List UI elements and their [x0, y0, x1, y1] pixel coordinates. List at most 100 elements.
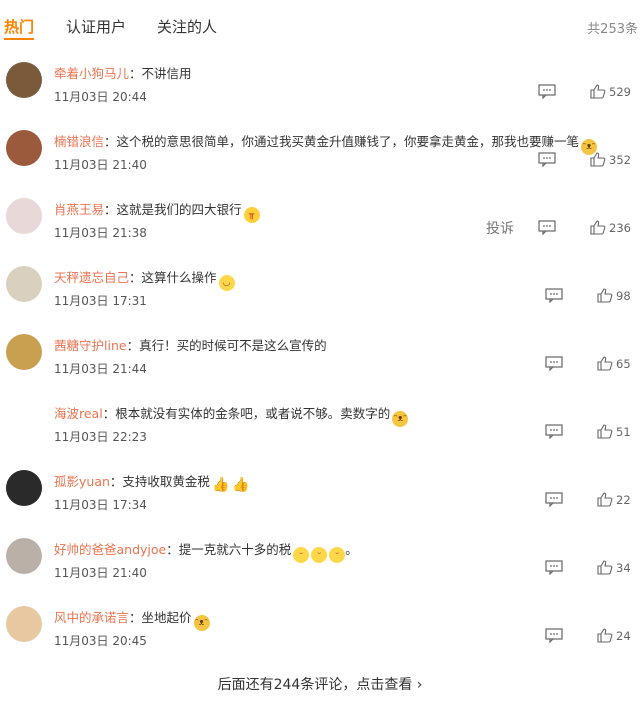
comment-time: 11月03日 21:40 [54, 158, 147, 172]
like-button[interactable]: 236 [590, 220, 631, 235]
comment-text: 支持收取黄金税 [122, 474, 210, 489]
comment-line: 茜糖守护line：真行！买的时候可不是这么宣传的 [54, 335, 327, 354]
reply-icon[interactable] [545, 560, 563, 575]
like-button[interactable]: 22 [597, 492, 631, 507]
like-button[interactable]: 352 [590, 152, 631, 167]
comment-time: 11月03日 17:34 [54, 498, 147, 512]
thumbs-up-icon [597, 356, 613, 371]
comment-line: 风中的承诺言：坐地起价 ᵔᴥᵔ [54, 607, 210, 631]
reply-icon[interactable] [538, 84, 556, 99]
like-button[interactable]: 98 [597, 288, 631, 303]
like-count: 51 [616, 425, 631, 439]
comment-text-suffix: 。 [345, 542, 358, 557]
comment-username[interactable]: 风中的承诺言 [54, 610, 129, 625]
colon-separator: ： [104, 134, 117, 149]
comment-username[interactable]: 好帅的爸爸andyjoe [54, 542, 166, 557]
comment-text: 根本就没有实体的金条吧，或者说不够。卖数字的 [115, 406, 391, 421]
more-comments-link[interactable]: 后面还有244条评论，点击查看 › [0, 674, 640, 694]
colon-separator: ： [126, 338, 140, 353]
comment-username[interactable]: 楠错浪信 [54, 134, 104, 149]
comment-total-count: 共253条 [587, 22, 638, 37]
avatar[interactable] [6, 470, 42, 506]
thumb-emoji-icon: 👍 [232, 477, 250, 493]
comment-time: 11月03日 20:45 [54, 634, 147, 648]
comment-username[interactable]: 孤影yuan [54, 474, 110, 489]
comment-tabs: 热门 认证用户 关注的人 共253条 [0, 0, 640, 50]
like-count: 34 [616, 561, 631, 575]
colon-separator: ： [129, 270, 142, 285]
comment-item: 肖燕王易：这就是我们的四大银行 ╥ 11月03日 21:38 投诉 236 [0, 192, 640, 260]
avatar[interactable] [6, 198, 42, 234]
like-count: 65 [616, 357, 631, 371]
like-count: 98 [616, 289, 631, 303]
grin-emoji-icon: ᵕ [293, 547, 310, 563]
comment-line: 肖燕王易：这就是我们的四大银行 ╥ [54, 199, 260, 223]
thumbs-up-icon [597, 492, 613, 507]
like-button[interactable]: 34 [597, 560, 631, 575]
comment-text: 不讲信用 [141, 66, 192, 81]
comment-text: 这算什么操作 [141, 270, 217, 285]
reply-icon[interactable] [545, 492, 563, 507]
comment-time: 11月03日 21:38 [54, 226, 147, 240]
thumbs-up-icon [590, 152, 606, 167]
grin-emoji-icon: ᵕ [311, 547, 328, 563]
thumbs-up-icon [597, 424, 613, 439]
comment-text: 真行！买的时候可不是这么宣传的 [139, 338, 327, 353]
like-button[interactable]: 65 [597, 356, 631, 371]
avatar[interactable] [6, 606, 42, 642]
thumb-emoji-icon: 👍 [212, 477, 230, 493]
comment-line: 海波real：根本就没有实体的金条吧，或者说不够。卖数字的 ᵔᴥᵔ [54, 403, 409, 427]
tab-hot[interactable]: 热门 [4, 16, 34, 37]
colon-separator: ： [166, 542, 179, 557]
comment-username[interactable]: 海波real [54, 406, 103, 421]
colon-separator: ： [104, 202, 117, 217]
tab-following[interactable]: 关注的人 [157, 16, 217, 37]
reply-icon[interactable] [545, 356, 563, 371]
comment-list: 牵着小狗马儿：不讲信用 11月03日 20:44 529 楠错浪信：这个税的意思… [0, 56, 640, 668]
grin-emoji-icon: ᵕ [329, 547, 346, 563]
avatar[interactable] [6, 334, 42, 370]
comment-username[interactable]: 牵着小狗马儿 [54, 66, 129, 81]
reply-icon[interactable] [545, 288, 563, 303]
comment-time: 11月03日 22:23 [54, 430, 147, 444]
comment-item: 茜糖守护line：真行！买的时候可不是这么宣传的 11月03日 21:44 65 [0, 328, 640, 396]
cat-emoji-icon: ᵔᴥᵔ [193, 615, 210, 631]
comment-username[interactable]: 肖燕王易 [54, 202, 104, 217]
comment-time: 11月03日 20:44 [54, 90, 147, 104]
comment-item: 楠错浪信：这个税的意思很简单，你通过我买黄金升值赚钱了，你要拿走黄金，那我也要赚… [0, 124, 640, 192]
active-tab-indicator [4, 38, 34, 40]
report-button[interactable]: 投诉 [486, 218, 514, 238]
avatar[interactable] [6, 266, 42, 302]
colon-separator: ： [102, 406, 116, 421]
comment-username[interactable]: 天秤遗忘自己 [54, 270, 129, 285]
comment-text: 坐地起价 [141, 610, 192, 625]
comment-item: 天秤遗忘自己：这算什么操作 ◡ 11月03日 17:31 98 [0, 260, 640, 328]
like-button[interactable]: 51 [597, 424, 631, 439]
thumbs-up-icon [597, 560, 613, 575]
like-count: 352 [609, 153, 631, 167]
like-count: 529 [609, 85, 631, 99]
like-button[interactable]: 529 [590, 84, 631, 99]
thumbs-up-icon [590, 84, 606, 99]
like-button[interactable]: 24 [597, 628, 631, 643]
comment-item: 孤影yuan：支持收取黄金税 👍 👍 11月03日 17:34 22 [0, 464, 640, 532]
comment-text: 提一克就六十多的税 [178, 542, 292, 557]
comment-time: 11月03日 21:40 [54, 566, 147, 580]
comment-item: 风中的承诺言：坐地起价 ᵔᴥᵔ 11月03日 20:45 24 [0, 600, 640, 668]
avatar[interactable] [6, 538, 42, 574]
avatar[interactable] [6, 130, 42, 166]
colon-separator: ： [129, 66, 142, 81]
comment-line: 楠错浪信：这个税的意思很简单，你通过我买黄金升值赚钱了，你要拿走黄金，那我也要赚… [54, 131, 598, 155]
avatar[interactable] [6, 402, 42, 438]
thumbs-up-icon [590, 220, 606, 235]
tab-verified-users[interactable]: 认证用户 [66, 16, 126, 37]
reply-icon[interactable] [538, 152, 556, 167]
comment-text: 这个税的意思很简单，你通过我买黄金升值赚钱了，你要拿走黄金，那我也要赚一笔 [116, 134, 580, 149]
comment-time: 11月03日 17:31 [54, 294, 147, 308]
reply-icon[interactable] [538, 220, 556, 235]
avatar[interactable] [6, 62, 42, 98]
reply-icon[interactable] [545, 424, 563, 439]
comment-username[interactable]: 茜糖守护line [54, 338, 127, 353]
reply-icon[interactable] [545, 628, 563, 643]
comment-item: 海波real：根本就没有实体的金条吧，或者说不够。卖数字的 ᵔᴥᵔ 11月03日 … [0, 396, 640, 464]
